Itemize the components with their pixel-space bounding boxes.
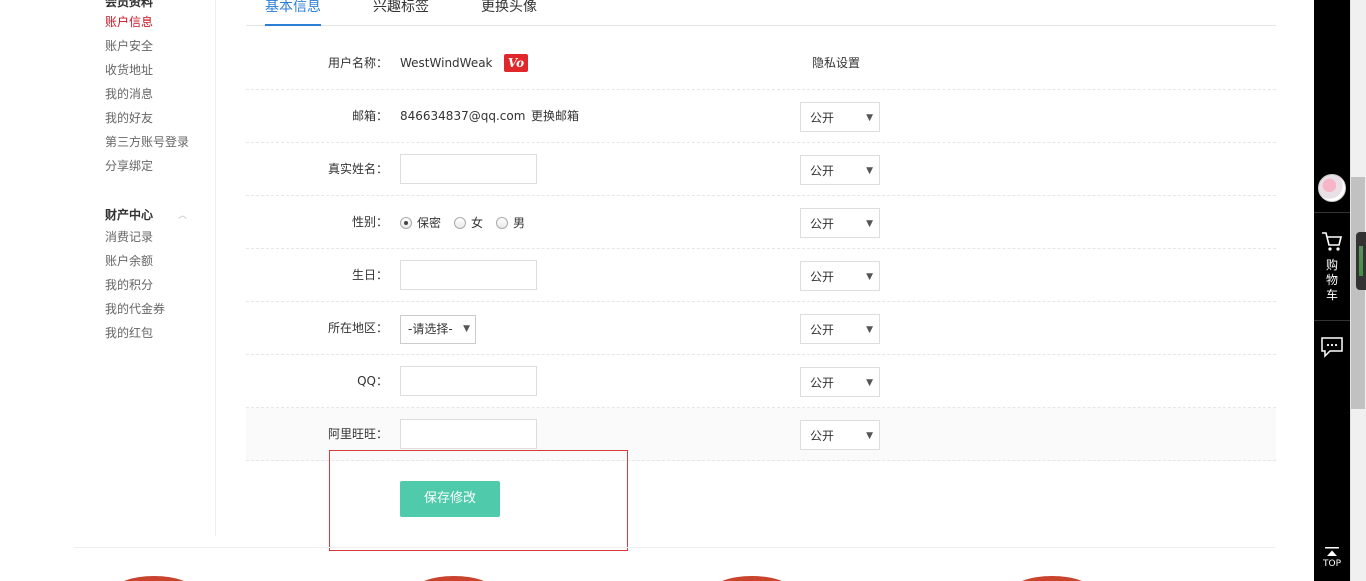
email-privacy-select[interactable]: 公开 ▼ [800,102,880,132]
aliwangwang-privacy-select[interactable]: 公开 ▼ [800,420,880,450]
caret-down-icon: ▼ [866,113,873,123]
qq-label: QQ： [357,374,388,388]
arrow-up-icon [1325,547,1339,556]
sidebar-item-my-points[interactable]: 我的积分 [105,278,153,292]
sidebar-item-my-friends[interactable]: 我的好友 [105,111,153,125]
gender-radio-group: 保密 女 男 [400,196,538,249]
scrollbar-thumb[interactable] [1351,177,1365,409]
realname-input[interactable] [400,154,537,184]
sidebar-item-shipping-address[interactable]: 收货地址 [105,63,153,77]
sidebar-item-account-security[interactable]: 账户安全 [105,39,153,53]
user-avatar[interactable] [1318,174,1346,202]
sidebar-item-share-binding[interactable]: 分享绑定 [105,159,153,173]
privacy-select-value: 公开 [810,429,835,443]
right-toolbar: 购 物 车 TOP [1314,0,1350,581]
change-email-link[interactable]: 更换邮箱 [531,90,579,143]
form-row-email: 邮箱： 846634837@qq.com 更换邮箱 公开 ▼ [246,90,1276,143]
realname-label: 真实姓名： [327,162,388,176]
form-row-birthday: 生日： 公开 ▼ [246,249,1276,302]
privacy-select-value: 公开 [810,164,835,178]
toolbar-divider [1314,212,1350,213]
caret-down-icon: ▼ [866,166,873,176]
gender-option-label: 男 [513,216,526,230]
username-value: WestWindWeak [400,56,493,70]
footer-service-icon [114,576,194,581]
sidebar-group-title-assets: 财产中心 [105,208,154,222]
birthday-input[interactable] [400,260,537,290]
chat-icon[interactable] [1320,336,1344,358]
footer-service-icon [1012,576,1092,581]
vip-badge: Vo [504,54,528,72]
sidebar-group-title-member: 会员资料 [105,0,154,9]
gender-option-label: 女 [471,216,484,230]
toolbar-cart[interactable]: 购 物 车 [1314,228,1350,308]
form-row-gender: 性别： 保密 女 男 公开 ▼ [246,196,1276,249]
radio-unchecked[interactable] [454,216,467,229]
form-row-username: 用户名称： WestWindWeak Vo 隐私设置 [246,37,1276,90]
save-changes-button[interactable]: 保存修改 [400,481,500,517]
radio-unchecked[interactable] [496,216,509,229]
region-select[interactable]: -请选择- ▼ [400,315,476,344]
privacy-select-value: 公开 [810,376,835,390]
privacy-select-value: 公开 [810,217,835,231]
email-value: 846634837@qq.com [400,109,526,123]
sidebar-item-my-messages[interactable]: 我的消息 [105,87,153,101]
qq-privacy-select[interactable]: 公开 ▼ [800,367,880,397]
form-row-region: 所在地区： -请选择- ▼ 公开 ▼ [246,302,1276,355]
caret-down-icon: ▼ [866,378,873,388]
birthday-label: 生日： [351,268,388,282]
caret-down-icon: ▼ [866,219,873,229]
region-privacy-select[interactable]: 公开 ▼ [800,314,880,344]
qq-input[interactable] [400,366,537,396]
privacy-settings-title: 隐私设置 [812,56,861,70]
form-row-qq: QQ： 公开 ▼ [246,355,1276,408]
tab-basic-info[interactable]: 基本信息 [265,0,321,26]
profile-tabs: 基本信息 兴趣标签 更换头像 [246,0,1276,26]
username-label: 用户名称： [327,56,388,70]
footer-divider [74,547,1276,548]
toolbar-divider [1314,320,1350,321]
footer-service-icon [414,576,494,581]
privacy-select-value: 公开 [810,111,835,125]
sidebar-item-my-red-packets[interactable]: 我的红包 [105,326,153,340]
sidebar-item-third-party-login[interactable]: 第三方账号登录 [105,135,189,149]
email-label: 邮箱： [351,109,388,123]
region-select-value: -请选择- [408,322,453,336]
sidebar-item-spending-records[interactable]: 消费记录 [105,230,153,244]
sidebar-item-my-vouchers[interactable]: 我的代金券 [105,302,165,316]
region-label: 所在地区： [327,321,388,335]
tab-interest-tags[interactable]: 兴趣标签 [373,0,429,26]
privacy-select-value: 公开 [810,323,835,337]
gender-option-label: 保密 [417,216,442,230]
privacy-select-value: 公开 [810,270,835,284]
gender-privacy-select[interactable]: 公开 ▼ [800,208,880,238]
sidebar-item-account-info[interactable]: 账户信息 [105,15,153,29]
account-sidebar: 会员资料 账户信息 账户安全 收货地址 我的消息 我的好友 第三方账号登录 分享… [0,0,216,536]
footer-service-icon [712,576,792,581]
caret-down-icon: ▼ [463,324,470,334]
tab-change-avatar[interactable]: 更换头像 [481,0,537,26]
gender-option-male[interactable]: 男 [496,214,525,231]
sidebar-item-account-balance[interactable]: 账户余额 [105,254,153,268]
birthday-privacy-select[interactable]: 公开 ▼ [800,261,880,291]
top-label: TOP [1322,559,1341,569]
gender-option-female[interactable]: 女 [454,214,483,231]
cart-icon [1322,232,1343,251]
radio-checked[interactable] [400,216,412,229]
back-to-top-button[interactable]: TOP [1314,545,1350,575]
aliwangwang-input[interactable] [400,419,537,449]
chevron-up-icon[interactable]: ︿ [178,208,187,221]
gender-option-secret[interactable]: 保密 [400,214,441,231]
form-row-realname: 真实姓名： 公开 ▼ [246,143,1276,196]
gender-label: 性别： [351,215,388,229]
sidebar-toggle-handle[interactable] [1356,232,1366,290]
caret-down-icon: ▼ [866,431,873,441]
caret-down-icon: ▼ [866,325,873,335]
caret-down-icon: ▼ [866,272,873,282]
realname-privacy-select[interactable]: 公开 ▼ [800,155,880,185]
cart-label: 购 物 车 [1325,258,1338,302]
